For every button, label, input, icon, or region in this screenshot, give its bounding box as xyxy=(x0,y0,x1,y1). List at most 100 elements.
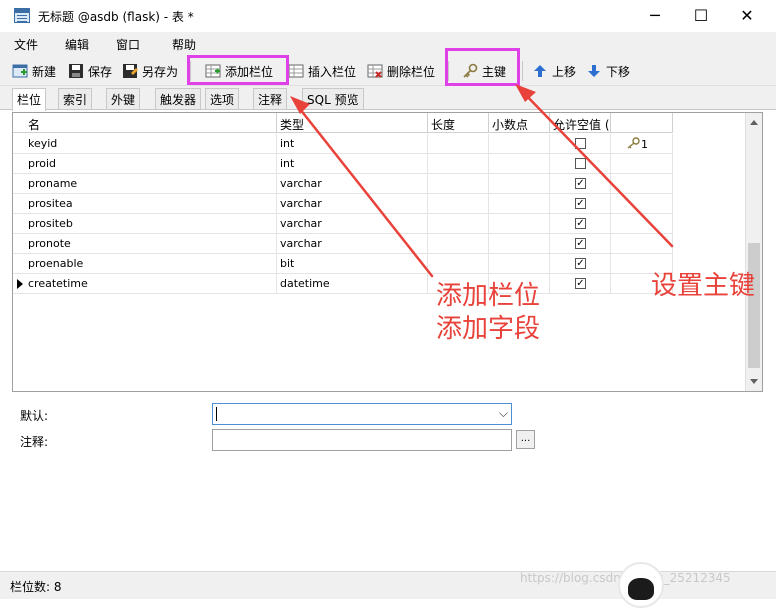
scroll-thumb[interactable] xyxy=(748,243,760,368)
new-table-icon xyxy=(12,64,28,78)
field-type[interactable]: varchar xyxy=(277,214,428,234)
field-type[interactable]: varchar xyxy=(277,174,428,194)
nullable-checkbox[interactable] xyxy=(575,138,586,149)
chevron-down-icon[interactable]: ⌵ xyxy=(499,406,508,421)
toolbar: 新建 保存 另存为 添加栏位 插入栏位 删除栏位 主键 上移 下移 xyxy=(0,56,776,86)
nullable-checkbox[interactable]: ✓ xyxy=(575,178,586,189)
field-type[interactable]: int xyxy=(277,134,428,154)
col-length-header[interactable]: 长度 xyxy=(428,113,489,133)
maximize-button[interactable]: ☐ xyxy=(678,0,724,30)
fields-grid[interactable]: 名 类型 长度 小数点 允许空值 ( keyid int 1 proid int pron… xyxy=(12,112,763,392)
nullable-checkbox[interactable]: ✓ xyxy=(575,198,586,209)
field-name[interactable]: proid xyxy=(25,154,277,174)
col-decimals-header[interactable]: 小数点 xyxy=(489,113,550,133)
field-type[interactable]: varchar xyxy=(277,194,428,214)
tab-fields[interactable]: 栏位 xyxy=(12,88,47,111)
annotation-add-field: 添加栏位 xyxy=(436,281,541,311)
field-nullable-cell: ✓ xyxy=(550,214,611,234)
comment-input[interactable] xyxy=(212,429,512,451)
field-name[interactable]: prositeb xyxy=(25,214,277,234)
field-nullable-cell: ✓ xyxy=(550,194,611,214)
nullable-checkbox[interactable] xyxy=(575,158,586,169)
field-name[interactable]: proname xyxy=(25,174,277,194)
save-as-label: 另存为 xyxy=(142,64,179,79)
table-row[interactable]: proname varchar ✓ xyxy=(13,174,673,194)
table-row[interactable]: proenable bit ✓ xyxy=(13,254,673,274)
delete-field-button[interactable]: 删除栏位 xyxy=(367,60,435,82)
field-name[interactable]: pronote xyxy=(25,234,277,254)
field-decimals[interactable] xyxy=(489,134,550,154)
vertical-scrollbar[interactable] xyxy=(745,113,762,391)
table-row[interactable]: pronote varchar ✓ xyxy=(13,234,673,254)
tab-options[interactable]: 选项 xyxy=(205,88,240,109)
tab-foreign-keys[interactable]: 外键 xyxy=(106,88,141,109)
field-name[interactable]: prositea xyxy=(25,194,277,214)
insert-field-button[interactable]: 插入栏位 xyxy=(288,60,356,82)
annotation-set-primary-key: 设置主键 xyxy=(651,271,756,301)
table-row[interactable]: keyid int 1 xyxy=(13,134,673,154)
save-button[interactable]: 保存 xyxy=(68,60,112,82)
insert-field-label: 插入栏位 xyxy=(308,64,357,79)
field-decimals[interactable] xyxy=(489,234,550,254)
scroll-up-icon[interactable] xyxy=(750,120,758,125)
field-count: 栏位数: 8 xyxy=(10,580,62,594)
field-type[interactable]: bit xyxy=(277,254,428,274)
field-length[interactable] xyxy=(428,214,489,234)
field-length[interactable] xyxy=(428,194,489,214)
move-up-button[interactable]: 上移 xyxy=(532,60,576,82)
menu-bar: 文件 编辑 窗口 帮助 xyxy=(0,32,776,56)
field-decimals[interactable] xyxy=(489,154,550,174)
tab-sql-preview[interactable]: SQL 预览 xyxy=(302,88,364,109)
default-select[interactable]: ⌵ xyxy=(212,403,512,425)
nullable-checkbox[interactable]: ✓ xyxy=(575,218,586,229)
col-nullable-header[interactable]: 允许空值 ( xyxy=(550,113,611,133)
table-row[interactable]: prositea varchar ✓ xyxy=(13,194,673,214)
field-length[interactable] xyxy=(428,134,489,154)
comment-editor-button[interactable]: ... xyxy=(516,430,535,449)
menu-window[interactable]: 窗口 xyxy=(116,36,140,53)
menu-edit[interactable]: 编辑 xyxy=(65,36,89,53)
tab-comments[interactable]: 注释 xyxy=(253,88,288,109)
key-icon xyxy=(627,137,640,149)
field-type[interactable]: varchar xyxy=(277,234,428,254)
field-type[interactable]: datetime xyxy=(277,274,428,294)
nullable-checkbox[interactable]: ✓ xyxy=(575,238,586,249)
close-button[interactable]: ✕ xyxy=(724,0,770,30)
primary-key-highlight xyxy=(445,48,520,86)
field-key-cell xyxy=(611,234,673,254)
col-key-header[interactable] xyxy=(611,113,673,133)
table-app-icon xyxy=(14,8,30,23)
field-name[interactable]: proenable xyxy=(25,254,277,274)
move-down-button[interactable]: 下移 xyxy=(586,60,630,82)
field-decimals[interactable] xyxy=(489,174,550,194)
menu-file[interactable]: 文件 xyxy=(14,36,38,53)
toolbar-separator xyxy=(522,61,523,81)
table-row[interactable]: proid int xyxy=(13,154,673,174)
field-decimals[interactable] xyxy=(489,254,550,274)
tab-triggers[interactable]: 触发器 xyxy=(155,88,202,109)
table-row[interactable]: createtime datetime ✓ xyxy=(13,274,673,294)
field-length[interactable] xyxy=(428,154,489,174)
field-decimals[interactable] xyxy=(489,214,550,234)
field-length[interactable] xyxy=(428,254,489,274)
avatar xyxy=(618,562,664,608)
nullable-checkbox[interactable]: ✓ xyxy=(575,278,586,289)
field-type[interactable]: int xyxy=(277,154,428,174)
delete-field-label: 删除栏位 xyxy=(387,64,436,79)
save-as-icon xyxy=(123,64,138,78)
col-name-header[interactable]: 名 xyxy=(25,113,277,133)
field-length[interactable] xyxy=(428,234,489,254)
tab-indexes[interactable]: 索引 xyxy=(58,88,93,109)
field-name[interactable]: keyid xyxy=(25,134,277,154)
field-length[interactable] xyxy=(428,174,489,194)
col-type-header[interactable]: 类型 xyxy=(277,113,428,133)
menu-help[interactable]: 帮助 xyxy=(172,36,196,53)
save-as-button[interactable]: 另存为 xyxy=(122,60,178,82)
field-name[interactable]: createtime xyxy=(25,274,277,294)
new-button[interactable]: 新建 xyxy=(12,60,56,82)
table-row[interactable]: prositeb varchar ✓ xyxy=(13,214,673,234)
minimize-button[interactable]: ─ xyxy=(632,0,678,30)
scroll-down-icon[interactable] xyxy=(750,379,758,384)
field-decimals[interactable] xyxy=(489,194,550,214)
nullable-checkbox[interactable]: ✓ xyxy=(575,258,586,269)
